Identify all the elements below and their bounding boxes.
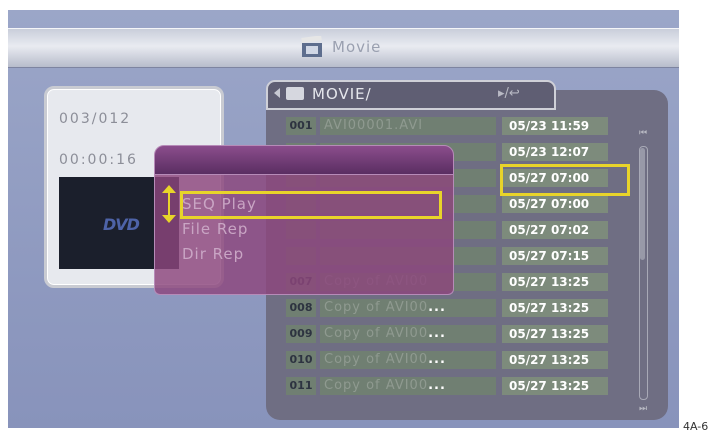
folder-path: MOVIE/ <box>312 85 372 103</box>
list-item[interactable]: 010 Copy of AVI00... 05/27 13:25 <box>284 350 636 370</box>
list-item[interactable]: 011 Copy of AVI00... 05/27 13:25 <box>284 376 636 396</box>
clapperboard-icon <box>301 36 322 57</box>
list-item[interactable]: 001 AVI00001.AVI 05/23 11:59 <box>284 116 636 136</box>
play-time: 00:00:16 <box>59 152 138 168</box>
folder-icon <box>286 87 304 100</box>
list-item[interactable]: 009 Copy of AVI00... 05/27 13:25 <box>284 324 636 344</box>
scroll-top-icon[interactable]: ⏮ <box>636 128 650 138</box>
return-icon[interactable]: ▸/↩ <box>498 86 520 101</box>
repeat-mode-menu: SEQ Play File Rep Dir Rep <box>154 145 454 295</box>
menu-item-seq-play[interactable]: SEQ Play <box>182 195 257 213</box>
page-title: Movie <box>332 38 382 56</box>
figure-label: 4A-6 <box>683 420 709 433</box>
dvd-logo: DVD <box>103 215 140 234</box>
file-counter: 003/012 <box>59 111 132 127</box>
title-bar: Movie <box>8 28 679 68</box>
up-down-arrows-icon <box>162 185 178 223</box>
menu-header <box>154 145 454 175</box>
tv-screen: Movie 003/012 00:00:16 DVD MOVIE/ ▸/↩ 00… <box>8 10 679 428</box>
menu-item-file-rep[interactable]: File Rep <box>182 220 248 238</box>
scroll-thumb[interactable] <box>640 148 645 260</box>
scroll-bottom-icon[interactable]: ⏭ <box>636 404 650 414</box>
list-item[interactable]: 008 Copy of AVI00... 05/27 13:25 <box>284 298 636 318</box>
back-arrow-icon[interactable] <box>274 88 280 98</box>
path-tab[interactable]: MOVIE/ ▸/↩ <box>266 80 556 110</box>
scrollbar[interactable]: ⏮ ⏭ <box>636 128 650 414</box>
menu-item-dir-rep[interactable]: Dir Rep <box>182 245 244 263</box>
selected-row-highlight <box>500 164 630 196</box>
